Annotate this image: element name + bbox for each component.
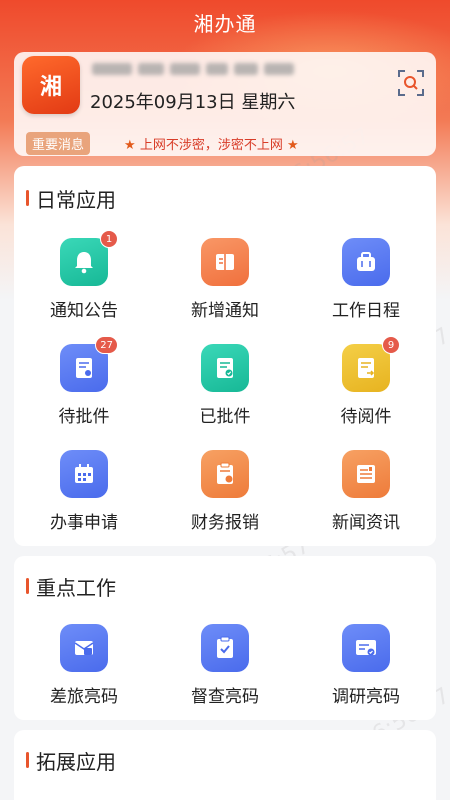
user-info-redacted — [92, 60, 322, 78]
envelope-icon — [60, 624, 108, 672]
key-work-section: 重点工作 差旅亮码 督查亮码 调研亮码 — [14, 556, 436, 720]
notice-bar[interactable]: 重要消息 ★ 上网不涉密，涉密不上网 ★ — [14, 130, 436, 156]
app-new-notice[interactable]: 新增通知 — [155, 238, 295, 321]
app-pending-approval[interactable]: 27 待批件 — [14, 336, 154, 427]
app-title: 湘办通 — [193, 12, 257, 36]
card-check-icon — [342, 624, 390, 672]
suitcase-icon — [342, 238, 390, 286]
app-to-read[interactable]: 9 待阅件 — [296, 336, 436, 427]
app-label: 办事申请 — [50, 513, 118, 533]
app-inspection-code[interactable]: 督查亮码 — [155, 624, 295, 707]
clipboard-check-icon — [201, 624, 249, 672]
important-notice-tag: 重要消息 — [26, 131, 91, 155]
unread-badge: 1 — [100, 230, 118, 248]
section-title: 日常应用 — [36, 188, 116, 212]
app-approved[interactable]: 已批件 — [155, 344, 295, 427]
document-stamp-icon: 27 — [60, 336, 118, 392]
unread-badge: 27 — [95, 336, 118, 354]
book-icon — [201, 238, 249, 286]
section-title: 重点工作 — [36, 576, 116, 600]
newspaper-icon — [342, 450, 390, 498]
notice-message: 上网不涉密，涉密不上网 — [139, 137, 283, 153]
section-marker — [26, 752, 29, 768]
app-label: 督查亮码 — [191, 687, 259, 707]
bell-icon: 1 — [60, 230, 118, 286]
app-label: 待批件 — [58, 407, 110, 427]
daily-apps-section: 日常应用 1 通知公告 新增通知 工作日程 27 待批件 已批件 9 待阅件 办… — [14, 166, 436, 546]
star-icon: ★ — [286, 137, 299, 153]
app-label: 财务报销 — [191, 513, 259, 533]
unread-badge: 9 — [382, 336, 400, 354]
app-label: 待阅件 — [340, 407, 392, 427]
app-label: 新增通知 — [191, 301, 259, 321]
date-text: 2025年09月13日 — [90, 92, 236, 113]
section-marker — [26, 190, 29, 206]
document-arrow-icon: 9 — [342, 336, 400, 392]
app-label: 已批件 — [199, 407, 251, 427]
current-date: 2025年09月13日 星期六 — [90, 88, 295, 114]
clipboard-coin-icon — [201, 450, 249, 498]
app-label: 调研亮码 — [332, 687, 400, 707]
section-marker — [26, 578, 29, 594]
extended-apps-section: 拓展应用 — [14, 730, 436, 800]
app-label: 通知公告 — [50, 301, 118, 321]
app-research-code[interactable]: 调研亮码 — [296, 624, 436, 707]
app-service-request[interactable]: 办事申请 — [14, 450, 154, 533]
app-label: 工作日程 — [332, 301, 400, 321]
app-label: 新闻资讯 — [332, 513, 400, 533]
app-expense-reimbursement[interactable]: 财务报销 — [155, 450, 295, 533]
scan-icon[interactable] — [396, 68, 426, 98]
notice-text: ★ 上网不涉密，涉密不上网 ★ — [124, 134, 299, 153]
app-logo: 湘 — [22, 56, 80, 114]
weekday-text: 星期六 — [241, 92, 296, 113]
app-travel-code[interactable]: 差旅亮码 — [14, 624, 154, 707]
app-notice-announcement[interactable]: 1 通知公告 — [14, 230, 154, 321]
document-check-icon — [201, 344, 249, 392]
section-title: 拓展应用 — [36, 750, 116, 774]
app-news[interactable]: 新闻资讯 — [296, 450, 436, 533]
star-icon: ★ — [124, 137, 136, 153]
user-header-card: 湘 2025年09月13日 星期六 重要消息 ★ 上网不涉密，涉密不上网 ★ — [14, 52, 436, 156]
app-work-schedule[interactable]: 工作日程 — [296, 238, 436, 321]
app-label: 差旅亮码 — [50, 687, 118, 707]
calendar-icon — [60, 450, 108, 498]
